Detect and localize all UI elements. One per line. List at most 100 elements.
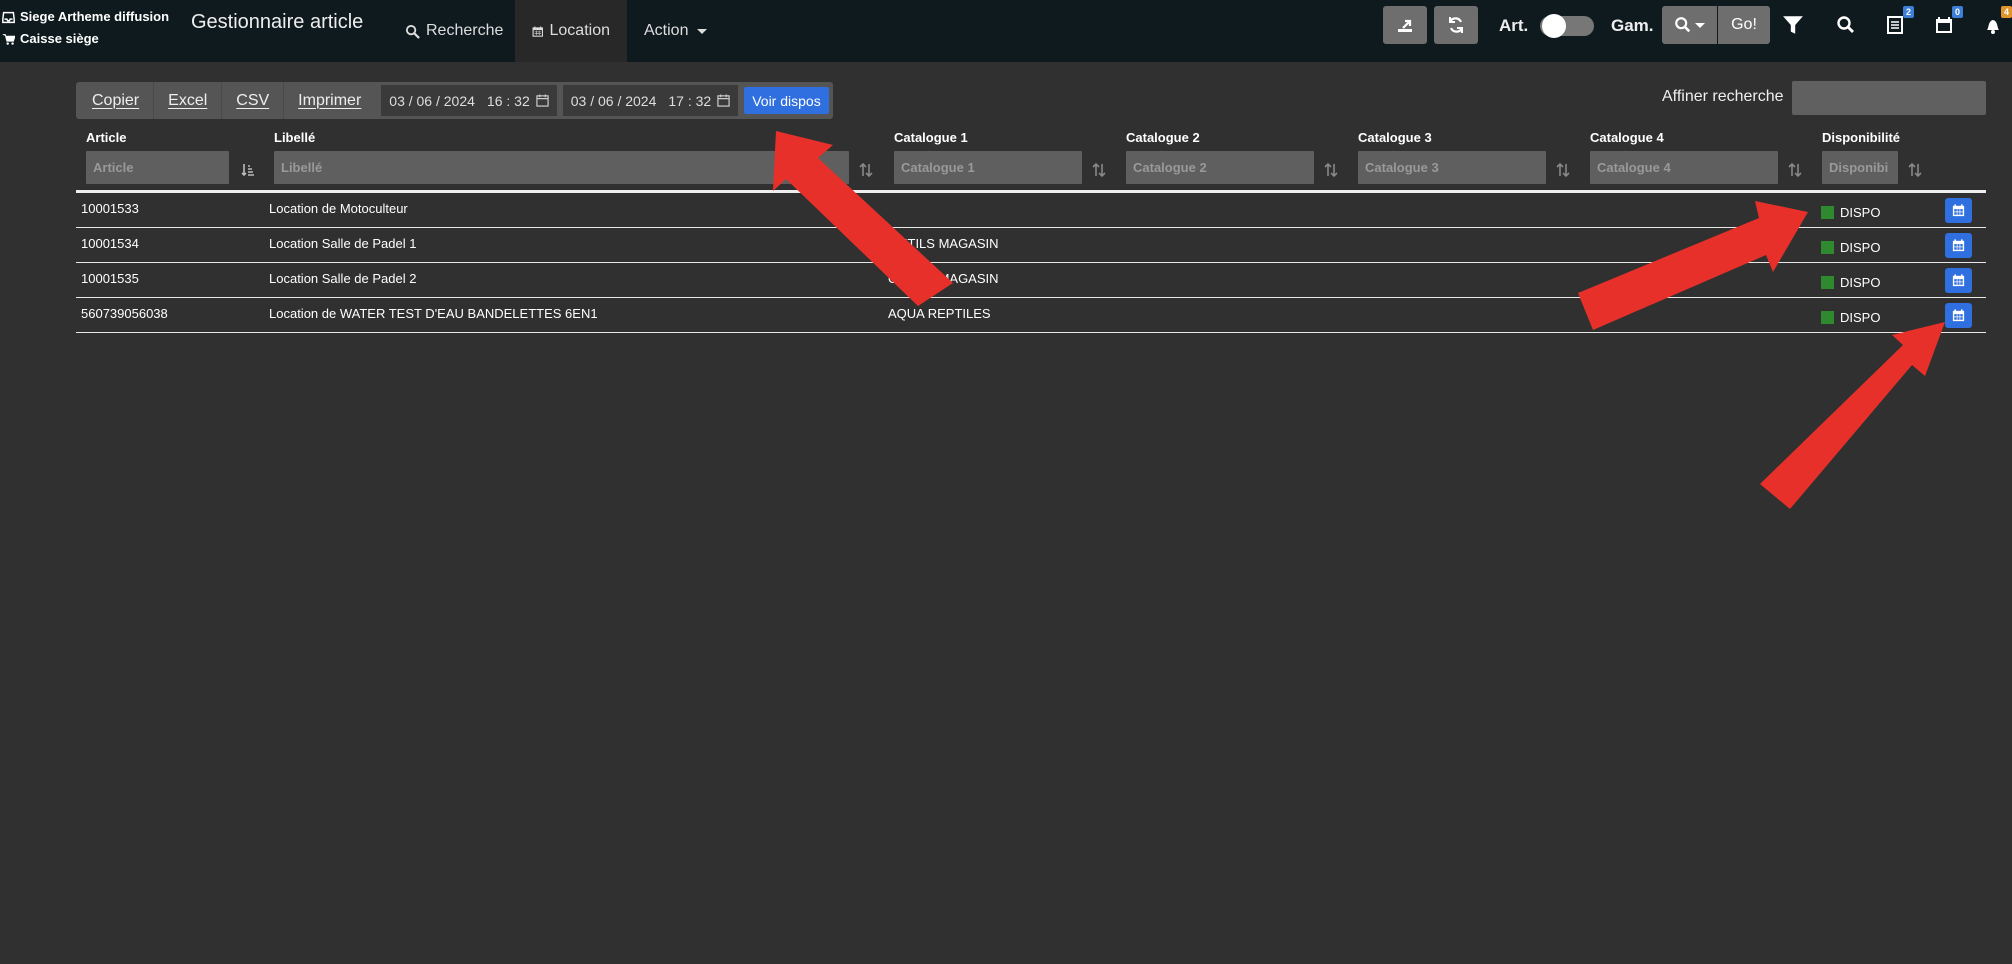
catalogue-1-filter-input[interactable]: Catalogue 1 (894, 151, 1082, 184)
calendar-icon (1936, 17, 1952, 33)
table-header: Article Article Libellé Libellé Catalogu… (76, 130, 1986, 190)
calendar-icon (532, 25, 543, 37)
caret-down-icon (1695, 22, 1705, 28)
status-indicator (1821, 276, 1834, 289)
nav-recherche[interactable]: Recherche (388, 0, 520, 62)
column-header: Article (86, 130, 127, 145)
print-button[interactable]: Imprimer (284, 82, 375, 119)
orders-button[interactable]: 2 (1884, 6, 1914, 36)
calendar-button[interactable] (1945, 198, 1972, 223)
export-icon (1398, 19, 1412, 32)
gam-label: Gam. (1611, 16, 1654, 35)
alerts-button[interactable]: 4 (1982, 6, 2012, 36)
column-catalogue-2: Catalogue 2 Catalogue 2 (1116, 130, 1338, 184)
start-datetime-input[interactable]: 03 / 06 / 2024 16 : 32 (381, 85, 557, 116)
availability-status: DISPO (1821, 205, 1880, 220)
calendar-button[interactable] (1945, 303, 1972, 328)
sort-icon[interactable] (1556, 162, 1570, 178)
calendar-icon (717, 94, 730, 107)
export-button[interactable] (1383, 6, 1427, 44)
table-row[interactable]: 560739056038 Location de WATER TEST D'EA… (76, 298, 1986, 333)
cell-catalogue-1: AQUA REPTILES (888, 306, 991, 321)
cell-libelle: Location de WATER TEST D'EAU BANDELETTES… (269, 306, 598, 321)
column-disponibilite: Disponibilité Disponibi (1812, 130, 1922, 184)
store-row[interactable]: Siege Artheme diffusion (2, 6, 169, 28)
filter-icon (1783, 16, 1803, 34)
csv-button[interactable]: CSV (222, 82, 285, 119)
calendar-button[interactable] (1945, 268, 1972, 293)
search-mode-dropdown[interactable] (1662, 6, 1717, 44)
end-datetime-input[interactable]: 03 / 06 / 2024 17 : 32 (562, 85, 739, 116)
libelle-filter-input[interactable]: Libellé (274, 151, 849, 184)
catalogue-3-filter-input[interactable]: Catalogue 3 (1358, 151, 1546, 184)
cell-catalogue-1: OUTILS MAGASIN (888, 236, 999, 251)
excel-button[interactable]: Excel (154, 82, 223, 119)
refine-search-input[interactable] (1792, 81, 1986, 115)
global-search-button[interactable] (1835, 14, 1857, 36)
column-catalogue-4: Catalogue 4 Catalogue 4 (1580, 130, 1802, 184)
catalogue-2-filter-input[interactable]: Catalogue 2 (1126, 151, 1314, 184)
cell-article: 560739056038 (81, 306, 168, 321)
cell-catalogue-1: OUTILS MAGASIN (888, 271, 999, 286)
sort-icon[interactable] (859, 162, 873, 178)
availability-status: DISPO (1821, 310, 1880, 325)
status-label: DISPO (1840, 310, 1881, 325)
annotation-arrow-icon (1760, 322, 1945, 509)
top-navbar: Siege Artheme diffusion Caisse siège Ges… (0, 0, 2012, 62)
article-filter-input[interactable]: Article (86, 151, 229, 184)
register-row[interactable]: Caisse siège (2, 28, 169, 50)
art-label: Art. (1499, 16, 1529, 35)
table-row[interactable]: 10001535 Location Salle de Padel 2 OUTIL… (76, 263, 1986, 298)
availability-status: DISPO (1821, 240, 1880, 255)
sort-icon[interactable] (1788, 162, 1802, 178)
sort-icon[interactable] (1324, 162, 1338, 178)
sort-icon[interactable] (1908, 162, 1922, 178)
nav-action[interactable]: Action (627, 0, 724, 62)
sort-asc-icon[interactable] (241, 163, 255, 177)
copy-button[interactable]: Copier (80, 82, 155, 119)
voir-dispos-button[interactable]: Voir dispos (744, 87, 829, 114)
refine-search-label: Affiner recherche (1662, 88, 1784, 105)
nav-action-label: Action (644, 22, 689, 39)
calendar-button[interactable] (1945, 233, 1972, 258)
filter-button[interactable] (1782, 14, 1804, 36)
catalogue-4-filter-input[interactable]: Catalogue 4 (1590, 151, 1778, 184)
table-row[interactable]: 10001534 Location Salle de Padel 1 OUTIL… (76, 228, 1986, 263)
column-header: Catalogue 4 (1590, 130, 1664, 145)
document-list-icon (1887, 16, 1903, 34)
table-row[interactable]: 10001533 Location de Motoculteur DISPO (76, 193, 1986, 228)
sort-icon[interactable] (1092, 162, 1106, 178)
status-label: DISPO (1840, 275, 1881, 290)
cell-libelle: Location de Motoculteur (269, 201, 408, 216)
cell-article: 10001534 (81, 236, 139, 251)
status-label: DISPO (1840, 240, 1881, 255)
calendar-badge: 0 (1951, 6, 1963, 18)
cell-libelle: Location Salle de Padel 1 (269, 236, 417, 251)
caret-down-icon (697, 28, 708, 34)
store-info: Siege Artheme diffusion Caisse siège (2, 6, 169, 50)
nav-location[interactable]: Location (515, 0, 627, 62)
orders-badge: 2 (1902, 6, 1914, 18)
art-gam-toggle[interactable] (1540, 14, 1594, 38)
calendar-button[interactable]: 0 (1933, 6, 1963, 36)
cell-libelle: Location Salle de Padel 2 (269, 271, 417, 286)
alerts-badge: 4 (2000, 6, 2012, 18)
end-time: 17 : 32 (668, 92, 712, 109)
start-time: 16 : 32 (486, 92, 530, 109)
status-label: DISPO (1840, 205, 1881, 220)
column-article: Article Article (76, 130, 254, 184)
end-date: 03 / 06 / 2024 (570, 92, 657, 109)
search-icon (1837, 16, 1854, 33)
toggle-knob (1542, 14, 1566, 38)
search-icon (1675, 17, 1691, 33)
calendar-icon (1952, 309, 1965, 322)
disponibilite-filter-input[interactable]: Disponibi (1822, 151, 1898, 184)
search-icon (405, 24, 420, 39)
status-indicator (1821, 241, 1834, 254)
cart-icon (2, 33, 15, 45)
app-title: Gestionnaire article (191, 11, 364, 33)
table-toolbar: Copier Excel CSV Imprimer 03 / 06 / 2024… (76, 82, 833, 119)
go-button[interactable]: Go! (1718, 6, 1770, 44)
column-header: Catalogue 2 (1126, 130, 1200, 145)
refresh-button[interactable] (1434, 6, 1478, 44)
